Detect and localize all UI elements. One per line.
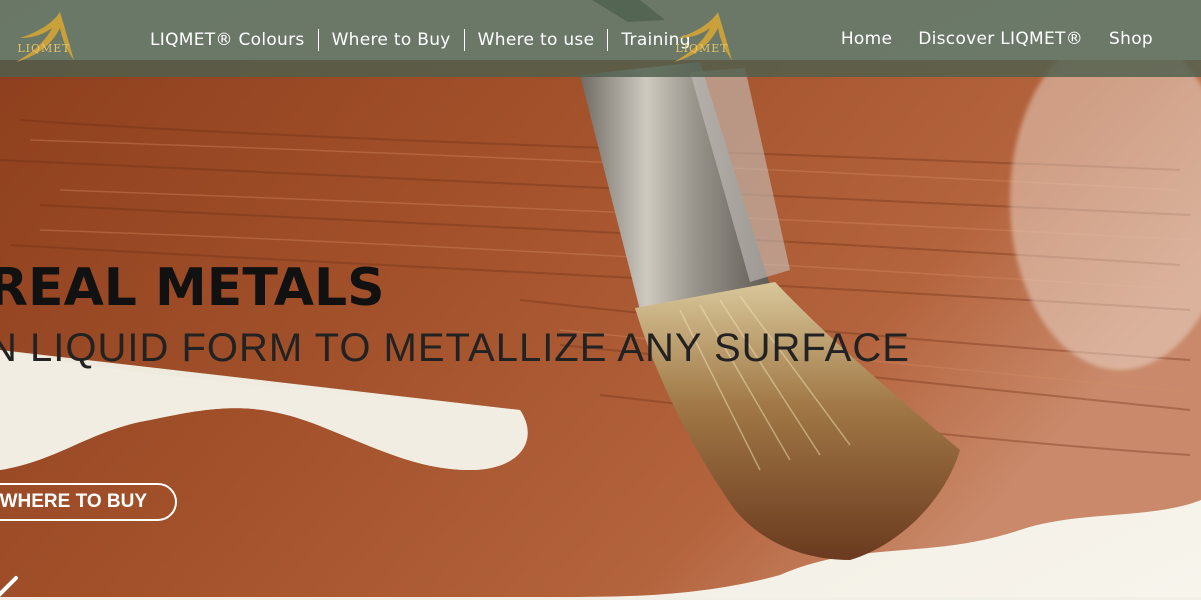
logo-text: LIQMET: [17, 42, 70, 55]
nav-where-to-buy[interactable]: Where to Buy: [319, 30, 464, 50]
hero-subheadline: N LIQUID FORM TO METALLIZE ANY SURFACE: [0, 326, 910, 370]
nav-liqmet-colours[interactable]: LIQMET® Colours: [137, 30, 318, 50]
nav-discover-liqmet[interactable]: Discover LIQMET®: [918, 29, 1083, 49]
nav-home[interactable]: Home: [841, 29, 892, 49]
chevron-down-icon[interactable]: [0, 570, 26, 600]
hero-headline: REAL METALS: [0, 258, 385, 318]
where-to-buy-button[interactable]: WHERE TO BUY: [0, 483, 177, 521]
site-header: LIQMET LIQMET® Colours Where to Buy Wher…: [0, 0, 1201, 77]
logo-text: LIQMET: [675, 42, 728, 55]
secondary-nav: Home Discover LIQMET® Shop: [841, 29, 1153, 49]
liqmet-center-logo[interactable]: LIQMET: [666, 8, 738, 70]
liqmet-logo[interactable]: LIQMET: [8, 8, 80, 70]
primary-nav: LIQMET® Colours Where to Buy Where to us…: [137, 29, 704, 51]
nav-shop[interactable]: Shop: [1109, 29, 1153, 49]
nav-where-to-use[interactable]: Where to use: [465, 30, 608, 50]
